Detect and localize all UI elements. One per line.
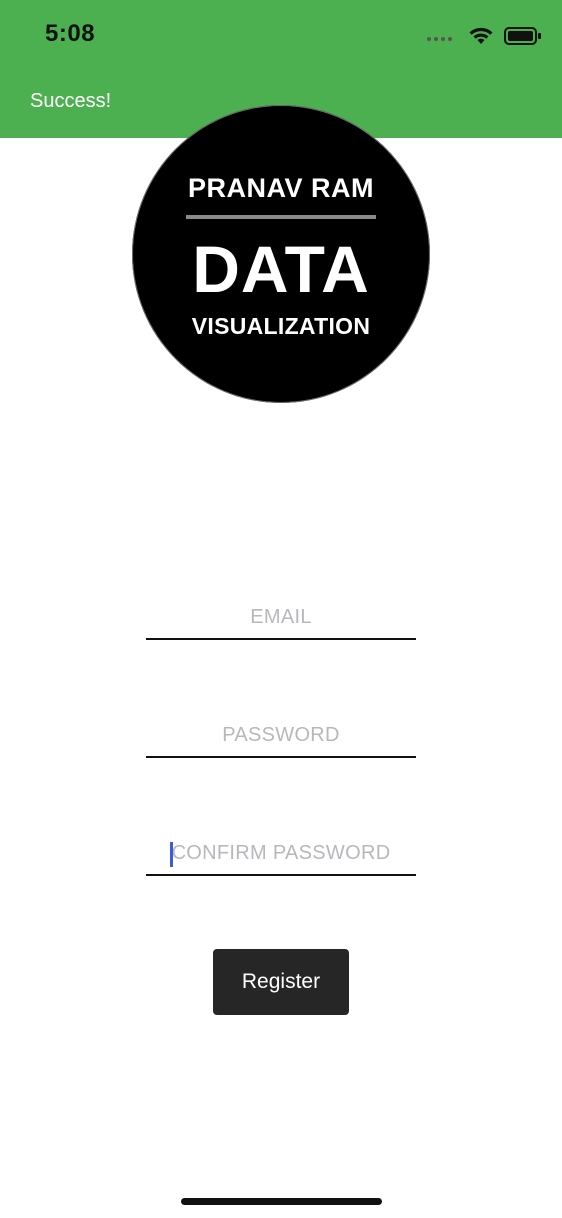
email-field[interactable]	[146, 596, 416, 638]
confirm-password-field-container	[146, 832, 416, 876]
app-logo: PRANAV RAM DATA VISUALIZATION	[132, 105, 430, 403]
email-field-container	[146, 596, 416, 640]
status-time: 5:08	[45, 20, 96, 47]
logo-title: DATA	[192, 232, 370, 306]
home-indicator[interactable]	[181, 1198, 382, 1205]
logo-divider	[186, 215, 376, 219]
wifi-icon	[469, 27, 493, 44]
success-message: Success!	[30, 90, 112, 112]
logo-subtitle: VISUALIZATION	[191, 313, 371, 339]
confirm-password-field[interactable]	[146, 832, 416, 874]
password-field[interactable]	[146, 714, 416, 756]
logo-name: PRANAV RAM	[188, 173, 374, 203]
text-cursor	[170, 842, 173, 867]
password-field-container	[146, 714, 416, 758]
signal-dots-icon	[427, 37, 452, 41]
battery-icon	[504, 27, 541, 45]
register-button[interactable]: Register	[213, 949, 349, 1015]
status-icons	[427, 22, 542, 50]
